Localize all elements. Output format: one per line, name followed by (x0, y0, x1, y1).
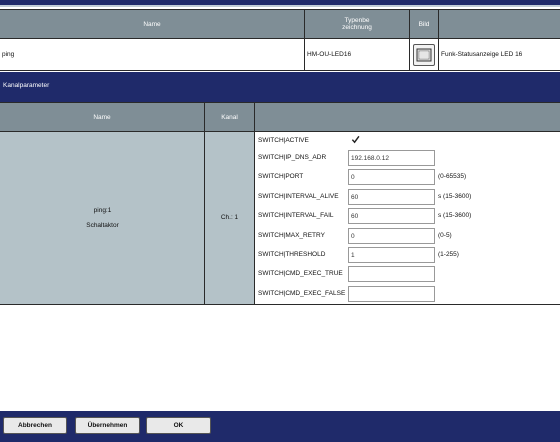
header-type-line1: Typenbe (344, 17, 370, 24)
param-range: (1-255) (438, 251, 459, 258)
max-retry-input[interactable] (348, 228, 435, 244)
footer-bar: Abbrechen Übernehmen OK (0, 411, 560, 442)
port-input[interactable] (348, 169, 435, 185)
param-list: SWITCH|ACTIVE SWITCH|IP_DNS_ADR SWITCH|P… (255, 132, 560, 304)
device-type: HM-OU-LED16 (305, 39, 410, 70)
device-row: ping HM-OU-LED16 Funk-Statusanzeige LED … (0, 39, 560, 71)
channel-table-header: Name Kanal (0, 102, 560, 132)
channel-number: Ch.: 1 (220, 214, 239, 221)
param-row: SWITCH|CMD_EXEC_TRUE (255, 265, 560, 284)
param-label: SWITCH|INTERVAL_ALIVE (258, 193, 339, 200)
device-config-page: Name Typenbe zeichnung Bild ping HM-OU-L… (0, 0, 560, 442)
interval-alive-input[interactable] (348, 189, 435, 205)
interval-fail-input[interactable] (348, 208, 435, 224)
header-type: Typenbe zeichnung (305, 10, 410, 38)
param-label: SWITCH|INTERVAL_FAIL (258, 212, 334, 219)
param-label: SWITCH|IP_DNS_ADR (258, 154, 327, 161)
channel-header-params (255, 103, 560, 131)
channel-name-cell: ping:1 Schaltaktor (0, 132, 205, 304)
header-type-line2: zeichnung (342, 24, 372, 31)
section-band (0, 72, 560, 102)
channel-number-cell: Ch.: 1 (205, 132, 255, 304)
param-range: (0-65535) (438, 173, 467, 180)
channel-type: Schaltaktor (86, 222, 119, 229)
device-image-cell (410, 39, 439, 70)
device-table-header: Name Typenbe zeichnung Bild (0, 9, 560, 39)
header-description (439, 10, 560, 38)
param-row: SWITCH|CMD_EXEC_FALSE (255, 285, 560, 304)
cancel-button[interactable]: Abbrechen (3, 417, 67, 434)
param-row: SWITCH|THRESHOLD (1-255) (255, 246, 560, 265)
channel-table-body: ping:1 Schaltaktor Ch.: 1 SWITCH|ACTIVE … (0, 132, 560, 305)
param-range: s (15-3600) (438, 212, 472, 219)
device-description: Funk-Statusanzeige LED 16 (441, 51, 523, 58)
param-row: SWITCH|INTERVAL_ALIVE s (15-3600) (255, 188, 560, 207)
param-range: s (15-3600) (438, 193, 472, 200)
ip-dns-address-input[interactable] (348, 150, 435, 166)
device-name: ping (0, 39, 305, 70)
threshold-input[interactable] (348, 247, 435, 263)
channel-header-name: Name (0, 103, 205, 131)
param-label: SWITCH|ACTIVE (258, 137, 309, 144)
section-title: Kanalparameter (3, 82, 50, 89)
header-name: Name (0, 10, 305, 38)
ok-button[interactable]: OK (146, 417, 211, 434)
active-checkbox[interactable] (351, 135, 360, 144)
cmd-exec-true-input[interactable] (348, 266, 435, 282)
channel-header-channel: Kanal (205, 103, 255, 131)
param-row: SWITCH|IP_DNS_ADR (255, 149, 560, 168)
device-image-icon (413, 43, 435, 66)
param-label: SWITCH|CMD_EXEC_TRUE (258, 270, 343, 277)
channel-name: ping:1 (93, 207, 112, 214)
apply-button[interactable]: Übernehmen (75, 417, 140, 434)
param-range: (0-5) (438, 232, 452, 239)
cmd-exec-false-input[interactable] (348, 286, 435, 302)
param-label: SWITCH|THRESHOLD (258, 251, 326, 258)
param-label: SWITCH|PORT (258, 173, 304, 180)
header-image: Bild (410, 10, 439, 38)
param-row: SWITCH|PORT (0-65535) (255, 168, 560, 187)
param-row: SWITCH|INTERVAL_FAIL s (15-3600) (255, 207, 560, 226)
top-bar (0, 0, 560, 7)
param-label: SWITCH|CMD_EXEC_FALSE (258, 290, 346, 297)
param-row: SWITCH|MAX_RETRY (0-5) (255, 227, 560, 246)
param-label: SWITCH|MAX_RETRY (258, 232, 325, 239)
